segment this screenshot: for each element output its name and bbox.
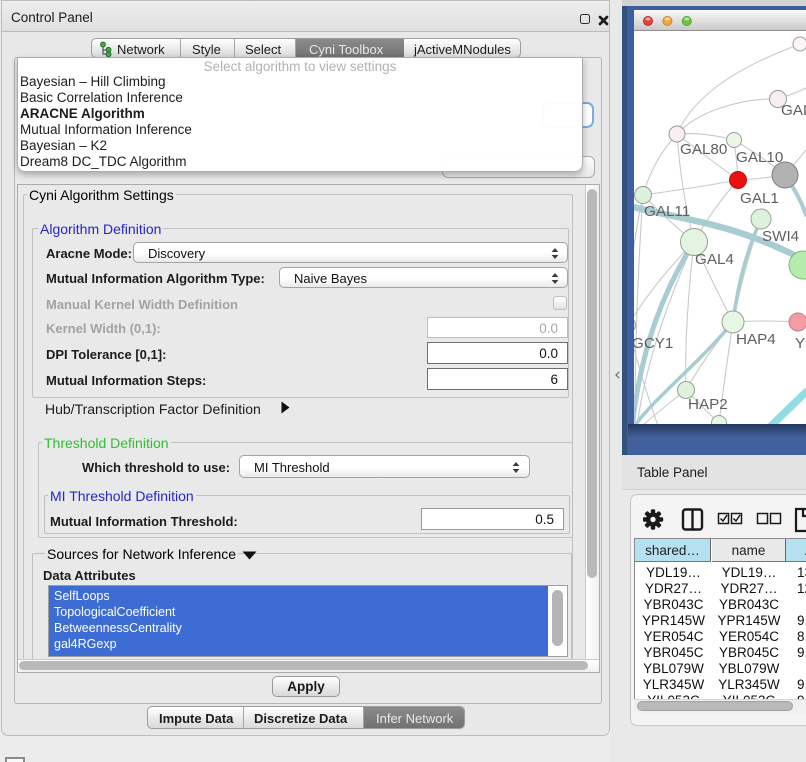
- svg-text:GAL11: GAL11: [644, 203, 690, 220]
- svg-text:GAL4: GAL4: [695, 251, 734, 268]
- svg-text:HAP4: HAP4: [736, 331, 776, 348]
- svg-text:SWI4: SWI4: [762, 228, 799, 245]
- svg-text:GAL80: GAL80: [680, 141, 727, 158]
- svg-text:GAL1: GAL1: [740, 190, 779, 207]
- svg-text:GAL7: GAL7: [781, 102, 806, 119]
- svg-text:GAL10: GAL10: [736, 149, 783, 166]
- svg-text:HAP2: HAP2: [688, 396, 728, 413]
- svg-text:Y: Y: [795, 335, 805, 352]
- svg-text:GCY1: GCY1: [634, 335, 673, 352]
